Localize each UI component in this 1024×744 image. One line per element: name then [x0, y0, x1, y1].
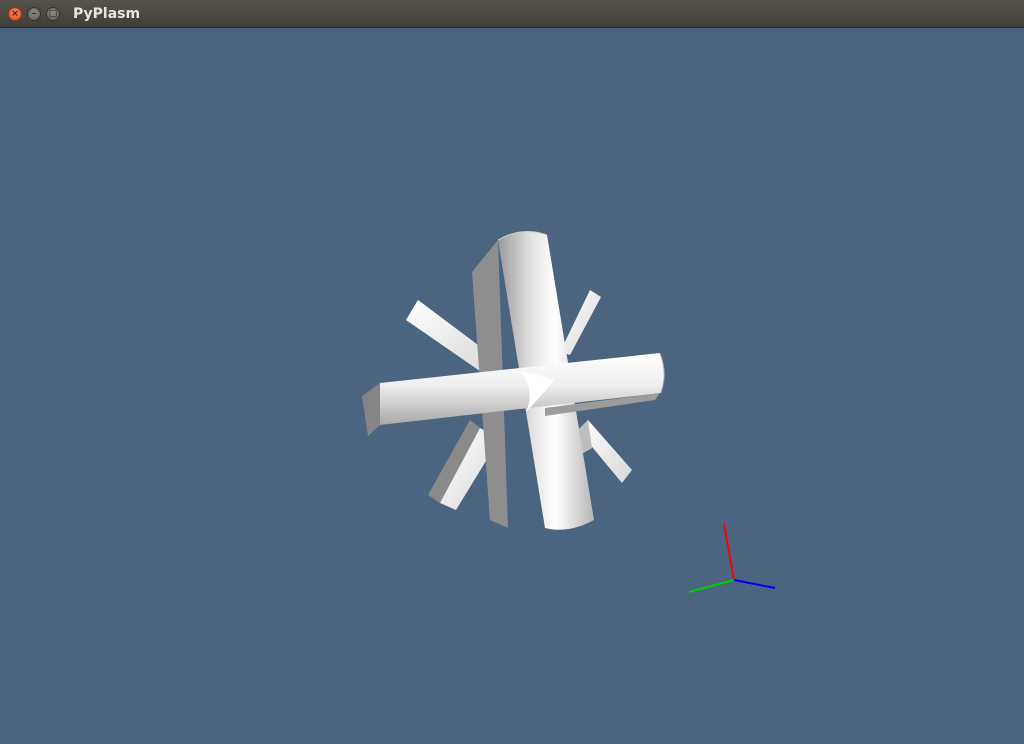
z-axis-line: [733, 579, 776, 589]
scene-canvas[interactable]: [0, 28, 1024, 744]
x-axis-line: [723, 523, 735, 581]
y-axis-line: [688, 579, 735, 593]
minimize-icon[interactable]: –: [27, 7, 41, 21]
maximize-icon[interactable]: □: [46, 7, 60, 21]
horizontal-cylinder: [362, 352, 665, 436]
title-bar[interactable]: × – □ PyPlasm: [0, 0, 1024, 28]
axes-gizmo: [688, 523, 776, 593]
close-icon[interactable]: ×: [8, 7, 22, 21]
window-title: PyPlasm: [73, 6, 141, 22]
pyplasm-window: × – □ PyPlasm: [0, 0, 1024, 744]
3d-viewport[interactable]: [0, 28, 1024, 744]
diagonal-bar-right-upper: [560, 290, 601, 355]
